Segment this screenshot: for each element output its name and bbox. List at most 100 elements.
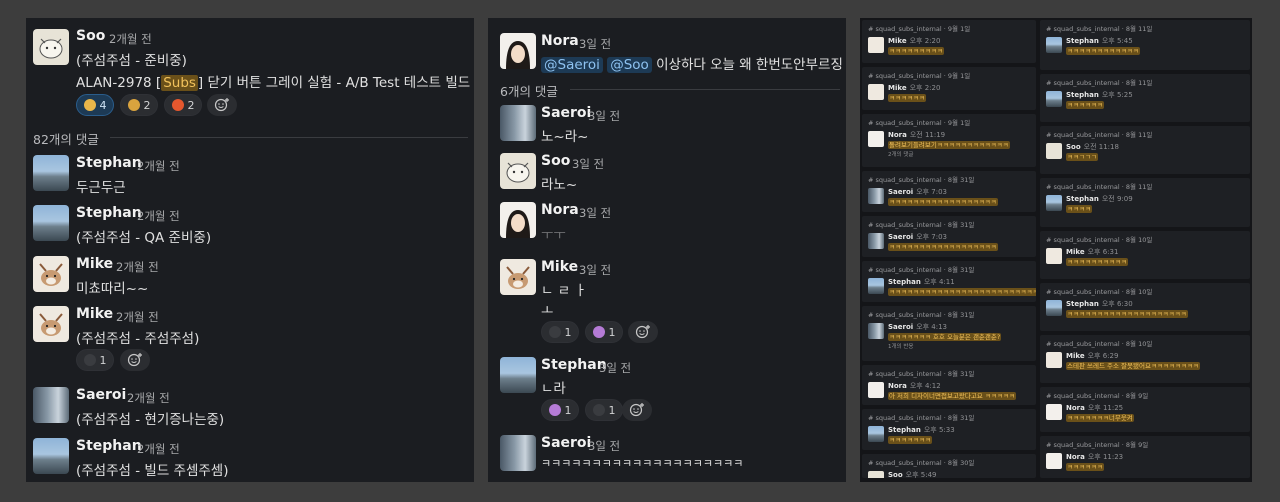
result-subtext[interactable]: 1개의 반응	[888, 342, 914, 350]
avatar-nora[interactable]	[500, 33, 536, 69]
timestamp[interactable]: 3일 전	[572, 156, 604, 172]
avatar[interactable]	[868, 188, 884, 204]
avatar[interactable]	[1046, 91, 1062, 107]
author-name[interactable]: Soo 오후 5:49	[888, 470, 937, 478]
mention-soo[interactable]: @Soo	[607, 57, 652, 73]
avatar-nora[interactable]	[500, 202, 536, 238]
search-result[interactable]: # squad_subs_internal · 8월 31일 Saeroi 오후 7…	[862, 171, 1036, 212]
avatar-mike[interactable]	[33, 306, 69, 342]
channel-date[interactable]: # squad_subs_internal · 8월 31일	[868, 412, 974, 422]
timestamp[interactable]: 3일 전	[599, 360, 631, 376]
avatar-stephan[interactable]	[33, 438, 69, 474]
search-result[interactable]: # squad_subs_internal · 8월 11일 Stephan 오후 …	[1040, 20, 1250, 70]
author-name[interactable]: Mike	[76, 256, 113, 272]
timestamp[interactable]: 2개월 전	[116, 259, 159, 275]
search-result[interactable]: # squad_subs_internal · 8월 31일 Saeroi 오후 4…	[862, 306, 1036, 361]
channel-date[interactable]: # squad_subs_internal · 8월 31일	[868, 264, 974, 274]
reaction[interactable]: 1	[76, 349, 114, 371]
channel-date[interactable]: # squad_subs_internal · 8월 9일	[1046, 439, 1148, 449]
avatar[interactable]	[868, 131, 884, 147]
author-name[interactable]: Saeroi	[76, 387, 126, 403]
result-subtext[interactable]: 2개의 댓글	[888, 150, 914, 158]
channel-date[interactable]: # squad_subs_internal · 8월 11일	[1046, 181, 1152, 191]
avatar-stephan[interactable]	[500, 357, 536, 393]
avatar[interactable]	[868, 278, 884, 294]
search-result[interactable]: # squad_subs_internal · 8월 11일 Stephan 오전 …	[1040, 178, 1250, 227]
search-result[interactable]: # squad_subs_internal · 9월 1일 Nora 오전 11:1…	[862, 114, 1036, 167]
timestamp[interactable]: 2개월 전	[137, 441, 180, 457]
avatar[interactable]	[1046, 352, 1062, 368]
avatar-saeroi[interactable]	[500, 105, 536, 141]
add-reaction-button[interactable]	[207, 94, 237, 116]
avatar-stephan[interactable]	[33, 155, 69, 191]
search-result[interactable]: # squad_subs_internal · 8월 10일 Mike 오후 6:3…	[1040, 231, 1250, 279]
author-name[interactable]: Soo	[541, 153, 570, 169]
reaction[interactable]: 1	[541, 399, 579, 421]
reaction-fire[interactable]: 2	[164, 94, 202, 116]
avatar[interactable]	[868, 233, 884, 249]
timestamp[interactable]: 3일 전	[579, 205, 611, 221]
avatar[interactable]	[1046, 453, 1062, 469]
avatar[interactable]	[868, 426, 884, 442]
avatar-soo[interactable]	[33, 29, 69, 65]
channel-date[interactable]: # squad_subs_internal · 8월 31일	[868, 219, 974, 229]
avatar[interactable]	[1046, 404, 1062, 420]
channel-date[interactable]: # squad_subs_internal · 8월 31일	[868, 368, 974, 378]
timestamp[interactable]: 2개월 전	[137, 158, 180, 174]
reaction[interactable]: 1	[585, 399, 623, 421]
author-name[interactable]: Stephan	[76, 205, 142, 221]
author-name[interactable]: Soo	[76, 28, 105, 44]
mention-saeroi[interactable]: @Saeroi	[541, 57, 603, 73]
search-result[interactable]: # squad_subs_internal · 8월 11일 Stephan 오후 …	[1040, 74, 1250, 122]
channel-date[interactable]: # squad_subs_internal · 8월 11일	[1046, 77, 1152, 87]
avatar-saeroi[interactable]	[33, 387, 69, 423]
author-name[interactable]: Stephan	[76, 438, 142, 454]
author-name[interactable]: Mike	[541, 259, 578, 275]
channel-date[interactable]: # squad_subs_internal · 8월 10일	[1046, 234, 1152, 244]
channel-date[interactable]: # squad_subs_internal · 8월 30일	[868, 457, 974, 467]
timestamp[interactable]: 2개월 전	[109, 31, 152, 47]
channel-date[interactable]: # squad_subs_internal · 9월 1일	[868, 70, 970, 80]
avatar[interactable]	[1046, 248, 1062, 264]
channel-date[interactable]: # squad_subs_internal · 8월 10일	[1046, 338, 1152, 348]
search-result[interactable]: # squad_subs_internal · 8월 31일 Nora 오후 4:1…	[862, 365, 1036, 405]
timestamp[interactable]: 2개월 전	[116, 309, 159, 325]
search-result[interactable]: # squad_subs_internal · 8월 31일 Stephan 오후 …	[862, 409, 1036, 450]
channel-date[interactable]: # squad_subs_internal · 8월 10일	[1046, 286, 1152, 296]
channel-date[interactable]: # squad_subs_internal · 8월 31일	[868, 309, 974, 319]
channel-date[interactable]: # squad_subs_internal · 8월 11일	[1046, 23, 1152, 33]
channel-date[interactable]: # squad_subs_internal · 8월 9일	[1046, 390, 1148, 400]
timestamp[interactable]: 2개월 전	[137, 208, 180, 224]
timestamp[interactable]: 3일 전	[579, 36, 611, 52]
search-result[interactable]: # squad_subs_internal · 8월 9일 Nora 오후 11:2…	[1040, 387, 1250, 432]
timestamp[interactable]: 3일 전	[579, 262, 611, 278]
avatar[interactable]	[868, 37, 884, 53]
avatar[interactable]	[868, 382, 884, 398]
add-reaction-button[interactable]	[622, 399, 652, 421]
author-name[interactable]: Stephan	[76, 155, 142, 171]
search-result[interactable]: # squad_subs_internal · 8월 31일 Saeroi 오후 7…	[862, 216, 1036, 257]
search-result[interactable]: # squad_subs_internal · 8월 30일 Soo 오후 5:49…	[862, 454, 1036, 478]
avatar-stephan[interactable]	[33, 205, 69, 241]
search-result[interactable]: # squad_subs_internal · 8월 11일 Soo 오전 11:1…	[1040, 126, 1250, 174]
timestamp[interactable]: 3일 전	[588, 108, 620, 124]
channel-date[interactable]: # squad_subs_internal · 8월 31일	[868, 174, 974, 184]
reaction-party[interactable]: 2	[120, 94, 158, 116]
author-name[interactable]: Stephan	[541, 357, 607, 373]
search-result[interactable]: # squad_subs_internal · 8월 31일 Stephan 오후 …	[862, 261, 1036, 302]
reaction-clap[interactable]: 4	[76, 94, 114, 116]
channel-date[interactable]: # squad_subs_internal · 8월 11일	[1046, 129, 1152, 139]
avatar[interactable]	[1046, 300, 1062, 316]
add-reaction-button[interactable]	[628, 321, 658, 343]
search-result[interactable]: # squad_subs_internal · 8월 10일 Stephan 오후 …	[1040, 283, 1250, 331]
author-name[interactable]: Saeroi	[541, 105, 591, 121]
avatar-saeroi[interactable]	[500, 435, 536, 471]
add-reaction-button[interactable]	[120, 349, 150, 371]
avatar[interactable]	[868, 84, 884, 100]
avatar-soo[interactable]	[500, 153, 536, 189]
avatar[interactable]	[1046, 37, 1062, 53]
author-name[interactable]: Nora	[541, 202, 579, 218]
avatar[interactable]	[1046, 143, 1062, 159]
search-result[interactable]: # squad_subs_internal · 9월 1일 Mike 오후 2:20…	[862, 20, 1036, 63]
avatar[interactable]	[1046, 195, 1062, 211]
